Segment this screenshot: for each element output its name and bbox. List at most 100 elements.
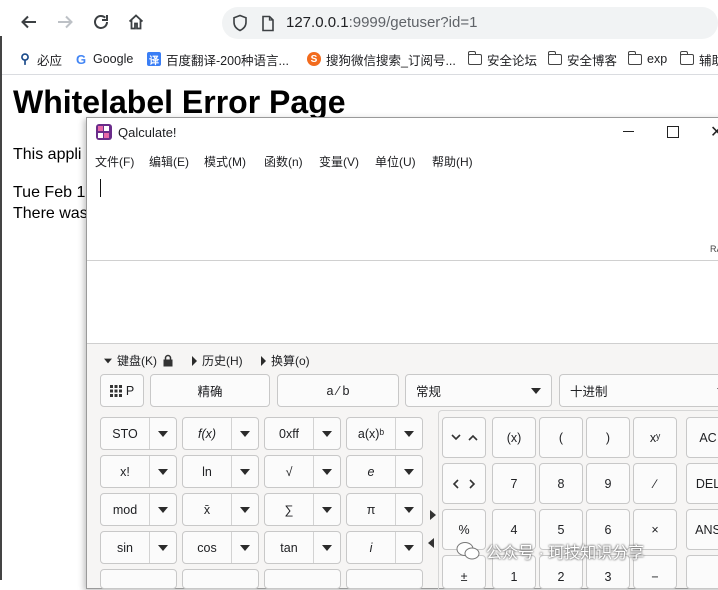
reload-icon (94, 15, 108, 29)
programmer-keypad-button[interactable]: P (100, 374, 144, 407)
menu-help[interactable]: 帮助(H) (432, 153, 473, 170)
key-function[interactable]: f(x) (182, 417, 259, 450)
arrow-left-icon (21, 15, 36, 29)
url-text[interactable]: 127.0.0.1:9999/getuser?id=1 (286, 14, 477, 31)
maximize-icon[interactable] (667, 126, 679, 138)
bookmark-google[interactable]: G Google (74, 50, 133, 68)
exact-mode-button[interactable]: 精确 (150, 374, 270, 407)
key-imaginary[interactable]: i (346, 531, 423, 564)
convert-toggle[interactable]: 换算(o) (261, 352, 310, 369)
error-timestamp: Tue Feb 1 (13, 184, 86, 201)
key-8[interactable]: 8 (539, 463, 583, 504)
fraction-button[interactable]: a ⁄ b (277, 374, 399, 407)
key-row5-4[interactable] (346, 569, 423, 589)
expander-down-icon (104, 358, 112, 363)
folder-icon (627, 50, 642, 65)
chevron-up-icon (467, 434, 478, 441)
menu-functions[interactable]: 函数(n) (264, 153, 303, 170)
status-bar (87, 241, 718, 261)
watermark: 公众号 · 珂技知识分享 (456, 539, 644, 563)
folder-icon (679, 50, 694, 65)
menu-mode[interactable]: 模式(M) (204, 153, 246, 170)
menu-edit[interactable]: 编辑(E) (149, 153, 189, 170)
key-tan[interactable]: tan (264, 531, 341, 564)
angle-mode-indicator[interactable]: RA (710, 244, 718, 254)
forward-button[interactable] (52, 9, 78, 35)
bookmark-folder-aux[interactable]: 辅助 (679, 50, 718, 68)
chevron-down-icon (158, 430, 168, 437)
key-mean[interactable]: x̄ (182, 493, 259, 526)
bookmark-folder-exp[interactable]: exp (627, 50, 667, 68)
display-mode-select[interactable]: 常规 (405, 374, 552, 407)
key-row5-3[interactable] (264, 569, 341, 589)
key-sin[interactable]: sin (100, 531, 177, 564)
keypad-toggle[interactable]: 键盘(K) (103, 352, 174, 369)
key-9[interactable]: 9 (586, 463, 630, 504)
chevron-down-icon (240, 506, 250, 513)
chevron-left-icon (452, 478, 459, 489)
key-7[interactable]: 7 (492, 463, 536, 504)
error-detail: There was (13, 205, 88, 222)
key-hex[interactable]: 0xff (264, 417, 341, 450)
reload-button[interactable] (88, 9, 114, 35)
back-button[interactable] (16, 9, 42, 35)
expander-right-icon (261, 355, 266, 366)
menu-units[interactable]: 单位(U) (375, 153, 416, 170)
key-delete[interactable]: DEL (686, 463, 718, 504)
key-row5-2[interactable] (182, 569, 259, 589)
history-nav-button[interactable] (442, 417, 486, 458)
key-row5-1[interactable] (100, 569, 177, 589)
window-titlebar[interactable] (87, 118, 718, 147)
chevron-down-icon (158, 544, 168, 551)
bookmark-baidu-translate[interactable]: 译百度翻译-200种语言... (147, 50, 289, 68)
key-row4-extra[interactable] (686, 555, 718, 589)
keypad-prev-icon[interactable] (428, 538, 434, 548)
google-icon: G (75, 51, 87, 67)
folder-icon (467, 50, 482, 65)
cursor-nav-button[interactable] (442, 463, 486, 504)
folder-icon (547, 50, 562, 65)
key-power-function[interactable]: a(x)ᵇ (346, 417, 423, 450)
chevron-down-icon (322, 430, 332, 437)
number-base-select[interactable]: 十进制 (559, 374, 718, 407)
lock-icon[interactable] (162, 354, 174, 367)
key-sto[interactable]: STO (100, 417, 177, 450)
menu-variables[interactable]: 变量(V) (319, 153, 359, 170)
key-close-paren[interactable]: ) (586, 417, 630, 458)
history-toggle[interactable]: 历史(H) (192, 352, 243, 369)
key-paren-x[interactable]: (x) (492, 417, 536, 458)
chevron-down-icon (404, 468, 414, 475)
page-info-icon[interactable] (261, 15, 275, 37)
error-message: This appli (13, 146, 82, 163)
menu-file[interactable]: 文件(F) (95, 153, 134, 170)
close-icon[interactable]: ✕ (710, 122, 718, 142)
bookmark-bing[interactable]: ⚲ 必应 (18, 50, 62, 68)
arrow-right-icon (58, 15, 73, 29)
key-pi[interactable]: π (346, 493, 423, 526)
key-answer[interactable]: ANS (686, 509, 718, 550)
key-sqrt[interactable]: √ (264, 455, 341, 488)
key-ln[interactable]: ln (182, 455, 259, 488)
key-power[interactable]: xʸ (633, 417, 677, 458)
key-clear-all[interactable]: AC (686, 417, 718, 458)
chevron-down-icon (158, 468, 168, 475)
qalculate-app-icon (96, 124, 112, 140)
key-mod[interactable]: mod (100, 493, 177, 526)
key-sum[interactable]: ∑ (264, 493, 341, 526)
sogou-icon: S (307, 52, 321, 66)
shield-icon[interactable] (232, 14, 248, 37)
minimize-icon[interactable] (623, 131, 634, 132)
bookmark-folder-security-blog[interactable]: 安全博客 (547, 50, 617, 68)
bookmark-folder-security-forum[interactable]: 安全论坛 (467, 50, 537, 68)
key-factorial[interactable]: x! (100, 455, 177, 488)
key-divide[interactable]: ∕ (633, 463, 677, 504)
chevron-down-icon (240, 468, 250, 475)
key-cos[interactable]: cos (182, 531, 259, 564)
keypad-next-icon[interactable] (430, 510, 436, 520)
home-button[interactable] (123, 9, 149, 35)
expression-input[interactable] (87, 173, 718, 242)
key-e[interactable]: e (346, 455, 423, 488)
key-open-paren[interactable]: ( (539, 417, 583, 458)
background-window-edge (0, 36, 2, 580)
bookmark-sogou-weixin[interactable]: S 搜狗微信搜索_订阅号... (307, 50, 456, 68)
